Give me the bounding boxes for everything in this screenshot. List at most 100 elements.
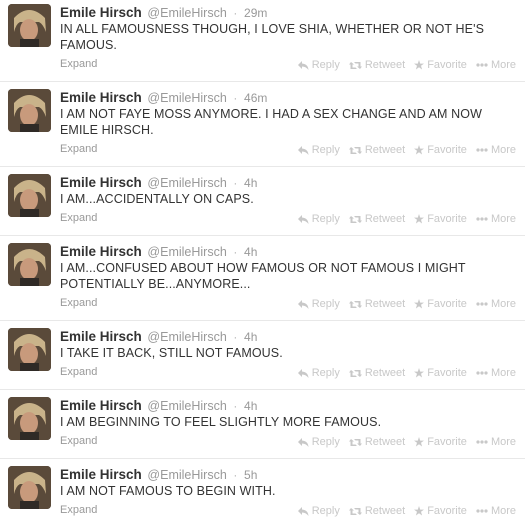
retweet-button[interactable]: Retweet xyxy=(348,298,405,310)
favorite-button[interactable]: Favorite xyxy=(414,144,467,156)
retweet-button[interactable]: Retweet xyxy=(348,367,406,379)
tweet[interactable]: Emile Hirsch @EmileHirsch · 4h I AM...CO… xyxy=(0,239,525,321)
retweet-label: Retweet xyxy=(364,213,406,225)
expand-link[interactable]: Expand xyxy=(60,366,97,378)
expand-link[interactable]: Expand xyxy=(60,504,97,516)
favorite-button[interactable]: Favorite xyxy=(414,367,467,379)
expand-link[interactable]: Expand xyxy=(60,212,97,224)
tweet-text: IN ALL FAMOUSNESS THOUGH, I LOVE SHIA, W… xyxy=(60,22,485,52)
reply-button[interactable]: Reply xyxy=(297,505,340,517)
tweet[interactable]: Emile Hirsch @EmileHirsch · 4h I AM BEGI… xyxy=(0,393,525,459)
reply-button[interactable]: Reply xyxy=(297,213,340,225)
avatar[interactable] xyxy=(8,328,51,371)
author-name[interactable]: Emile Hirsch xyxy=(60,244,142,259)
tweet[interactable]: Emile Hirsch @EmileHirsch · 5h I AM NOT … xyxy=(0,462,525,521)
star-icon xyxy=(414,60,425,70)
timestamp[interactable]: 29m xyxy=(244,6,267,20)
author-name[interactable]: Emile Hirsch xyxy=(60,467,142,482)
reply-label: Reply xyxy=(311,59,340,71)
retweet-button[interactable]: Retweet xyxy=(348,144,405,156)
favorite-button[interactable]: Favorite xyxy=(414,59,467,71)
favorite-label: Favorite xyxy=(427,298,467,310)
avatar[interactable] xyxy=(8,243,51,286)
avatar[interactable] xyxy=(8,89,51,132)
favorite-button[interactable]: Favorite xyxy=(414,298,467,310)
reply-button[interactable]: Reply xyxy=(297,144,340,156)
star-icon xyxy=(414,214,425,224)
retweet-button[interactable]: Retweet xyxy=(348,436,406,448)
timestamp[interactable]: 4h xyxy=(244,399,257,413)
more-label: More xyxy=(490,505,516,517)
favorite-button[interactable]: Favorite xyxy=(414,213,467,225)
reply-icon xyxy=(297,506,309,516)
reply-icon xyxy=(297,214,309,224)
author-handle[interactable]: @EmileHirsch xyxy=(147,91,226,105)
author-handle[interactable]: @EmileHirsch xyxy=(147,176,226,190)
separator-dot: · xyxy=(233,6,238,20)
tweet[interactable]: Emile Hirsch @EmileHirsch · 4h I AM...AC… xyxy=(0,170,525,236)
reply-button[interactable]: Reply xyxy=(297,59,340,71)
timestamp[interactable]: 4h xyxy=(244,245,257,259)
reply-label: Reply xyxy=(311,213,340,225)
timestamp[interactable]: 4h xyxy=(244,330,257,344)
favorite-label: Favorite xyxy=(427,144,467,156)
more-button[interactable]: More xyxy=(476,436,516,448)
more-button[interactable]: More xyxy=(476,505,516,517)
expand-link[interactable]: Expand xyxy=(60,435,97,447)
more-dots-icon xyxy=(476,148,488,152)
avatar[interactable] xyxy=(8,4,51,47)
tweet[interactable]: Emile Hirsch @EmileHirsch · 46m I AM NOT… xyxy=(0,85,525,167)
more-button[interactable]: More xyxy=(476,367,516,379)
expand-link[interactable]: Expand xyxy=(60,297,97,309)
retweet-icon xyxy=(348,300,362,309)
retweet-button[interactable]: Retweet xyxy=(348,213,406,225)
author-handle[interactable]: @EmileHirsch xyxy=(147,468,226,482)
more-button[interactable]: More xyxy=(476,213,516,225)
reply-button[interactable]: Reply xyxy=(297,367,340,379)
timestamp[interactable]: 4h xyxy=(244,176,257,190)
author-name[interactable]: Emile Hirsch xyxy=(60,398,142,413)
timestamp[interactable]: 5h xyxy=(244,468,257,482)
favorite-button[interactable]: Favorite xyxy=(414,505,467,517)
avatar[interactable] xyxy=(8,466,51,509)
tweet-actions: Reply Retweet Favorite More xyxy=(297,59,516,71)
reply-button[interactable]: Reply xyxy=(297,298,340,310)
expand-link[interactable]: Expand xyxy=(60,143,97,155)
reply-icon xyxy=(297,299,309,309)
favorite-label: Favorite xyxy=(427,59,467,71)
more-button[interactable]: More xyxy=(476,298,516,310)
author-name[interactable]: Emile Hirsch xyxy=(60,175,142,190)
timestamp[interactable]: 46m xyxy=(244,91,267,105)
expand-link[interactable]: Expand xyxy=(60,58,97,70)
tweet-actions: Reply Retweet Favorite More xyxy=(297,505,516,517)
avatar[interactable] xyxy=(8,397,51,440)
author-name[interactable]: Emile Hirsch xyxy=(60,5,142,20)
avatar[interactable] xyxy=(8,174,51,217)
favorite-label: Favorite xyxy=(427,367,467,379)
reply-label: Reply xyxy=(311,505,340,517)
retweet-label: Retweet xyxy=(364,367,406,379)
more-button[interactable]: More xyxy=(476,59,516,71)
tweet-text: I TAKE IT BACK, STILL NOT FAMOUS. xyxy=(60,346,283,360)
tweet-text: I AM NOT FAYE MOSS ANYMORE. I HAD A SEX … xyxy=(60,107,482,137)
tweet[interactable]: Emile Hirsch @EmileHirsch · 29m IN ALL F… xyxy=(0,0,525,82)
retweet-label: Retweet xyxy=(364,436,406,448)
author-handle[interactable]: @EmileHirsch xyxy=(147,6,226,20)
tweet[interactable]: Emile Hirsch @EmileHirsch · 4h I TAKE IT… xyxy=(0,324,525,390)
more-button[interactable]: More xyxy=(476,144,516,156)
star-icon xyxy=(414,299,425,309)
favorite-label: Favorite xyxy=(427,213,467,225)
author-name[interactable]: Emile Hirsch xyxy=(60,329,142,344)
retweet-button[interactable]: Retweet xyxy=(348,59,405,71)
author-handle[interactable]: @EmileHirsch xyxy=(147,245,226,259)
favorite-button[interactable]: Favorite xyxy=(414,436,467,448)
favorite-label: Favorite xyxy=(427,436,467,448)
author-name[interactable]: Emile Hirsch xyxy=(60,90,142,105)
reply-icon xyxy=(297,368,309,378)
author-handle[interactable]: @EmileHirsch xyxy=(147,330,226,344)
reply-button[interactable]: Reply xyxy=(297,436,340,448)
retweet-button[interactable]: Retweet xyxy=(348,505,405,517)
retweet-icon xyxy=(348,61,362,70)
separator-dot: · xyxy=(233,330,238,344)
author-handle[interactable]: @EmileHirsch xyxy=(147,399,226,413)
